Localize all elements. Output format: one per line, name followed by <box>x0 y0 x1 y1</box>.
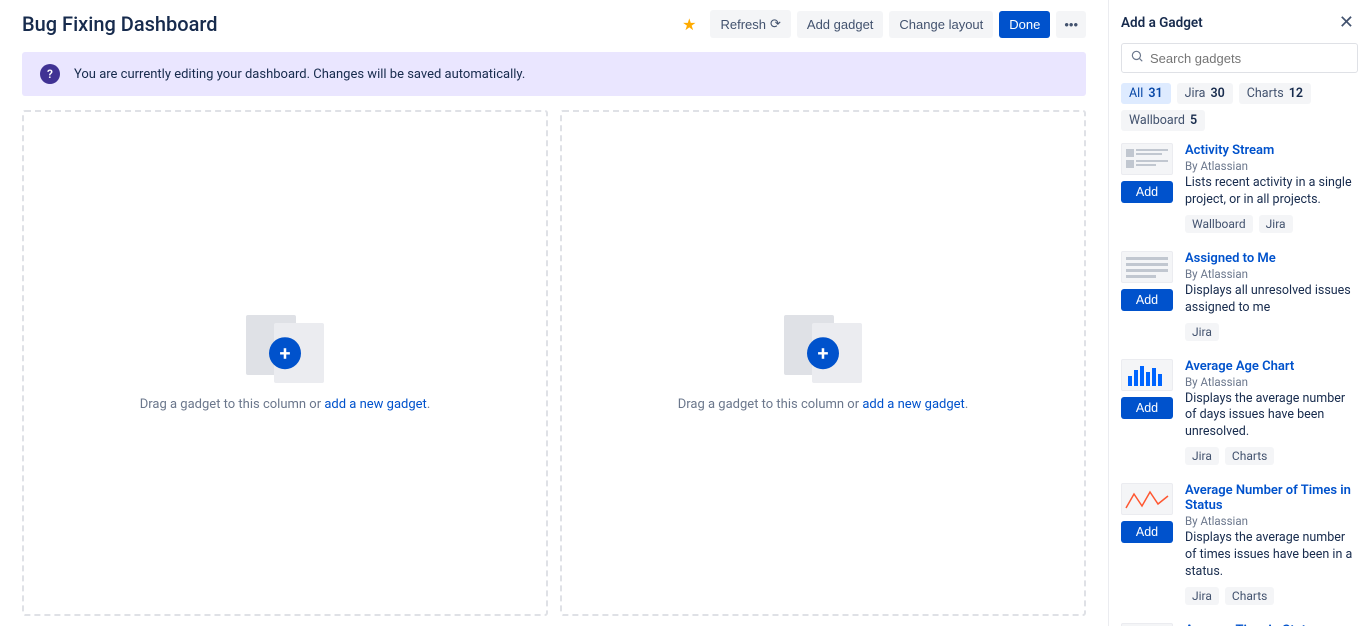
gadget-tags: Wallboard Jira <box>1185 215 1354 233</box>
gadget-description: Lists recent activity in a single projec… <box>1185 175 1354 209</box>
gadget-author: By Atlassian <box>1185 267 1354 281</box>
gadget-thumbnail <box>1121 251 1173 283</box>
dropzone-prefix: Drag a gadget to this column or <box>140 397 325 412</box>
gadget-description: Displays all unresolved issues assigned … <box>1185 283 1354 317</box>
toolbar: ★ Refresh ⟳ Add gadget Change layout Don… <box>682 10 1086 38</box>
filter-chip-all[interactable]: All 31 <box>1121 83 1171 104</box>
filter-chip-jira[interactable]: Jira 30 <box>1177 83 1233 104</box>
more-icon: ••• <box>1064 17 1078 32</box>
page-title: Bug Fixing Dashboard <box>22 12 682 36</box>
refresh-label: Refresh <box>720 17 766 32</box>
filter-count: 31 <box>1148 86 1162 101</box>
filter-count: 12 <box>1289 86 1303 101</box>
dashboard-columns: + Drag a gadget to this column or add a … <box>22 110 1086 616</box>
gadget-list[interactable]: AddActivity StreamBy AtlassianLists rece… <box>1121 143 1358 626</box>
gadget-tag[interactable]: Charts <box>1225 447 1274 465</box>
sidebar-header: Add a Gadget ✕ <box>1121 12 1358 33</box>
dropzone-suffix: . <box>427 397 430 412</box>
gadget-tag[interactable]: Charts <box>1225 587 1274 605</box>
info-icon: ? <box>40 64 60 84</box>
gadget-description: Displays the average number of days issu… <box>1185 391 1354 442</box>
close-icon[interactable]: ✕ <box>1339 12 1354 33</box>
add-button[interactable]: Add <box>1121 181 1173 203</box>
gadget-tag[interactable]: Wallboard <box>1185 215 1253 233</box>
page-header: Bug Fixing Dashboard ★ Refresh ⟳ Add gad… <box>22 10 1086 38</box>
add-button[interactable]: Add <box>1121 521 1173 543</box>
refresh-button[interactable]: Refresh ⟳ <box>710 10 790 38</box>
star-icon[interactable]: ★ <box>682 15 696 34</box>
plus-circle-icon: + <box>269 337 301 369</box>
dropzone-column-2[interactable]: + Drag a gadget to this column or add a … <box>560 110 1086 616</box>
gadget-item: Add Assigned to MeBy Atlassian Displays al… <box>1121 251 1354 341</box>
refresh-icon: ⟳ <box>770 16 781 32</box>
gadget-tag[interactable]: Jira <box>1185 587 1219 605</box>
gadget-thumbnail <box>1121 143 1173 175</box>
dropzone-illustration: + <box>240 315 330 385</box>
dropzone-illustration: + <box>778 315 868 385</box>
dropzone-text: Drag a gadget to this column or add a ne… <box>678 397 969 412</box>
plus-circle-icon: + <box>807 337 839 369</box>
search-box[interactable] <box>1121 43 1358 73</box>
gadget-tags: Jira Charts <box>1185 447 1354 465</box>
gadget-description: Displays the average number of times iss… <box>1185 530 1354 581</box>
gadget-tags: Jira Charts <box>1185 587 1354 605</box>
add-gadget-sidebar: Add a Gadget ✕ All 31 Jira 30 Charts 12 Wal… <box>1108 0 1366 626</box>
filter-chip-charts[interactable]: Charts 12 <box>1239 83 1311 104</box>
gadget-item: Add Average Number of Times in StatusBy A… <box>1121 483 1354 605</box>
gadget-title[interactable]: Average Age Chart <box>1185 359 1354 374</box>
main-content: Bug Fixing Dashboard ★ Refresh ⟳ Add gad… <box>0 0 1108 626</box>
add-button[interactable]: Add <box>1121 397 1173 419</box>
add-button[interactable]: Add <box>1121 289 1173 311</box>
gadget-title[interactable]: Assigned to Me <box>1185 251 1354 266</box>
gadget-item: Add Activity StreamBy Atlassian Lists rece… <box>1121 143 1354 233</box>
info-banner: ? You are currently editing your dashboa… <box>22 52 1086 96</box>
filter-count: 30 <box>1210 86 1224 101</box>
gadget-tag[interactable]: Jira <box>1185 447 1219 465</box>
filter-chip-wallboard[interactable]: Wallboard 5 <box>1121 110 1205 131</box>
dropzone-text: Drag a gadget to this column or add a ne… <box>140 397 431 412</box>
gadget-tags: Jira <box>1185 323 1354 341</box>
done-button[interactable]: Done <box>999 11 1050 38</box>
more-button[interactable]: ••• <box>1056 11 1086 38</box>
dropzone-prefix: Drag a gadget to this column or <box>678 397 863 412</box>
add-new-gadget-link[interactable]: add a new gadget <box>862 397 964 412</box>
search-input[interactable] <box>1150 51 1349 66</box>
dropzone-column-1[interactable]: + Drag a gadget to this column or add a … <box>22 110 548 616</box>
gadget-author: By Atlassian <box>1185 375 1354 389</box>
filter-chips: All 31 Jira 30 Charts 12 Wallboard 5 <box>1121 83 1358 131</box>
filter-count: 5 <box>1190 113 1197 128</box>
change-layout-button[interactable]: Change layout <box>889 11 993 38</box>
search-icon <box>1130 49 1144 67</box>
gadget-thumbnail <box>1121 359 1173 391</box>
sidebar-title: Add a Gadget <box>1121 15 1203 31</box>
gadget-title[interactable]: Activity Stream <box>1185 143 1354 158</box>
gadget-tag[interactable]: Jira <box>1185 323 1219 341</box>
gadget-item: Add Average Age ChartBy Atlassian Displays… <box>1121 359 1354 466</box>
banner-text: You are currently editing your dashboard… <box>74 67 525 82</box>
gadget-title[interactable]: Average Number of Times in Status <box>1185 483 1354 513</box>
gadget-author: By Atlassian <box>1185 159 1354 173</box>
gadget-author: By Atlassian <box>1185 514 1354 528</box>
add-new-gadget-link[interactable]: add a new gadget <box>324 397 426 412</box>
gadget-tag[interactable]: Jira <box>1259 215 1293 233</box>
gadget-thumbnail <box>1121 483 1173 515</box>
add-gadget-button[interactable]: Add gadget <box>797 11 884 38</box>
dropzone-suffix: . <box>965 397 968 412</box>
